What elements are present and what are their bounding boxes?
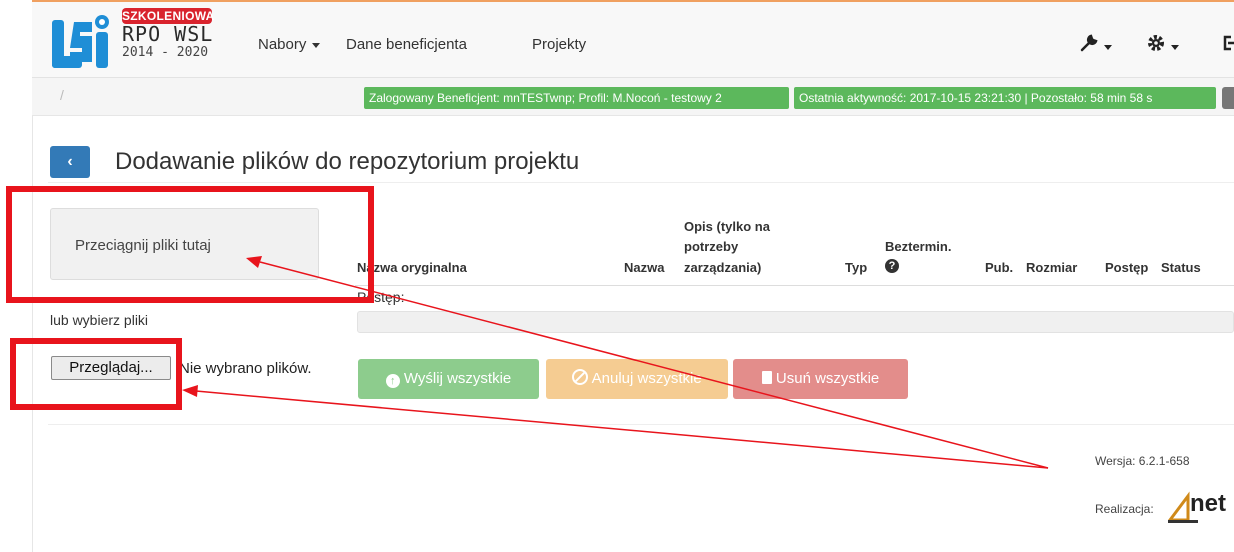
arrowhead-dropzone (246, 256, 262, 268)
annotation-arrows (182, 256, 1049, 469)
arrowhead-browse (182, 385, 198, 397)
annotation-arrow-to-browse (195, 390, 1049, 469)
annotation-arrow-to-dropzone (259, 261, 1049, 469)
